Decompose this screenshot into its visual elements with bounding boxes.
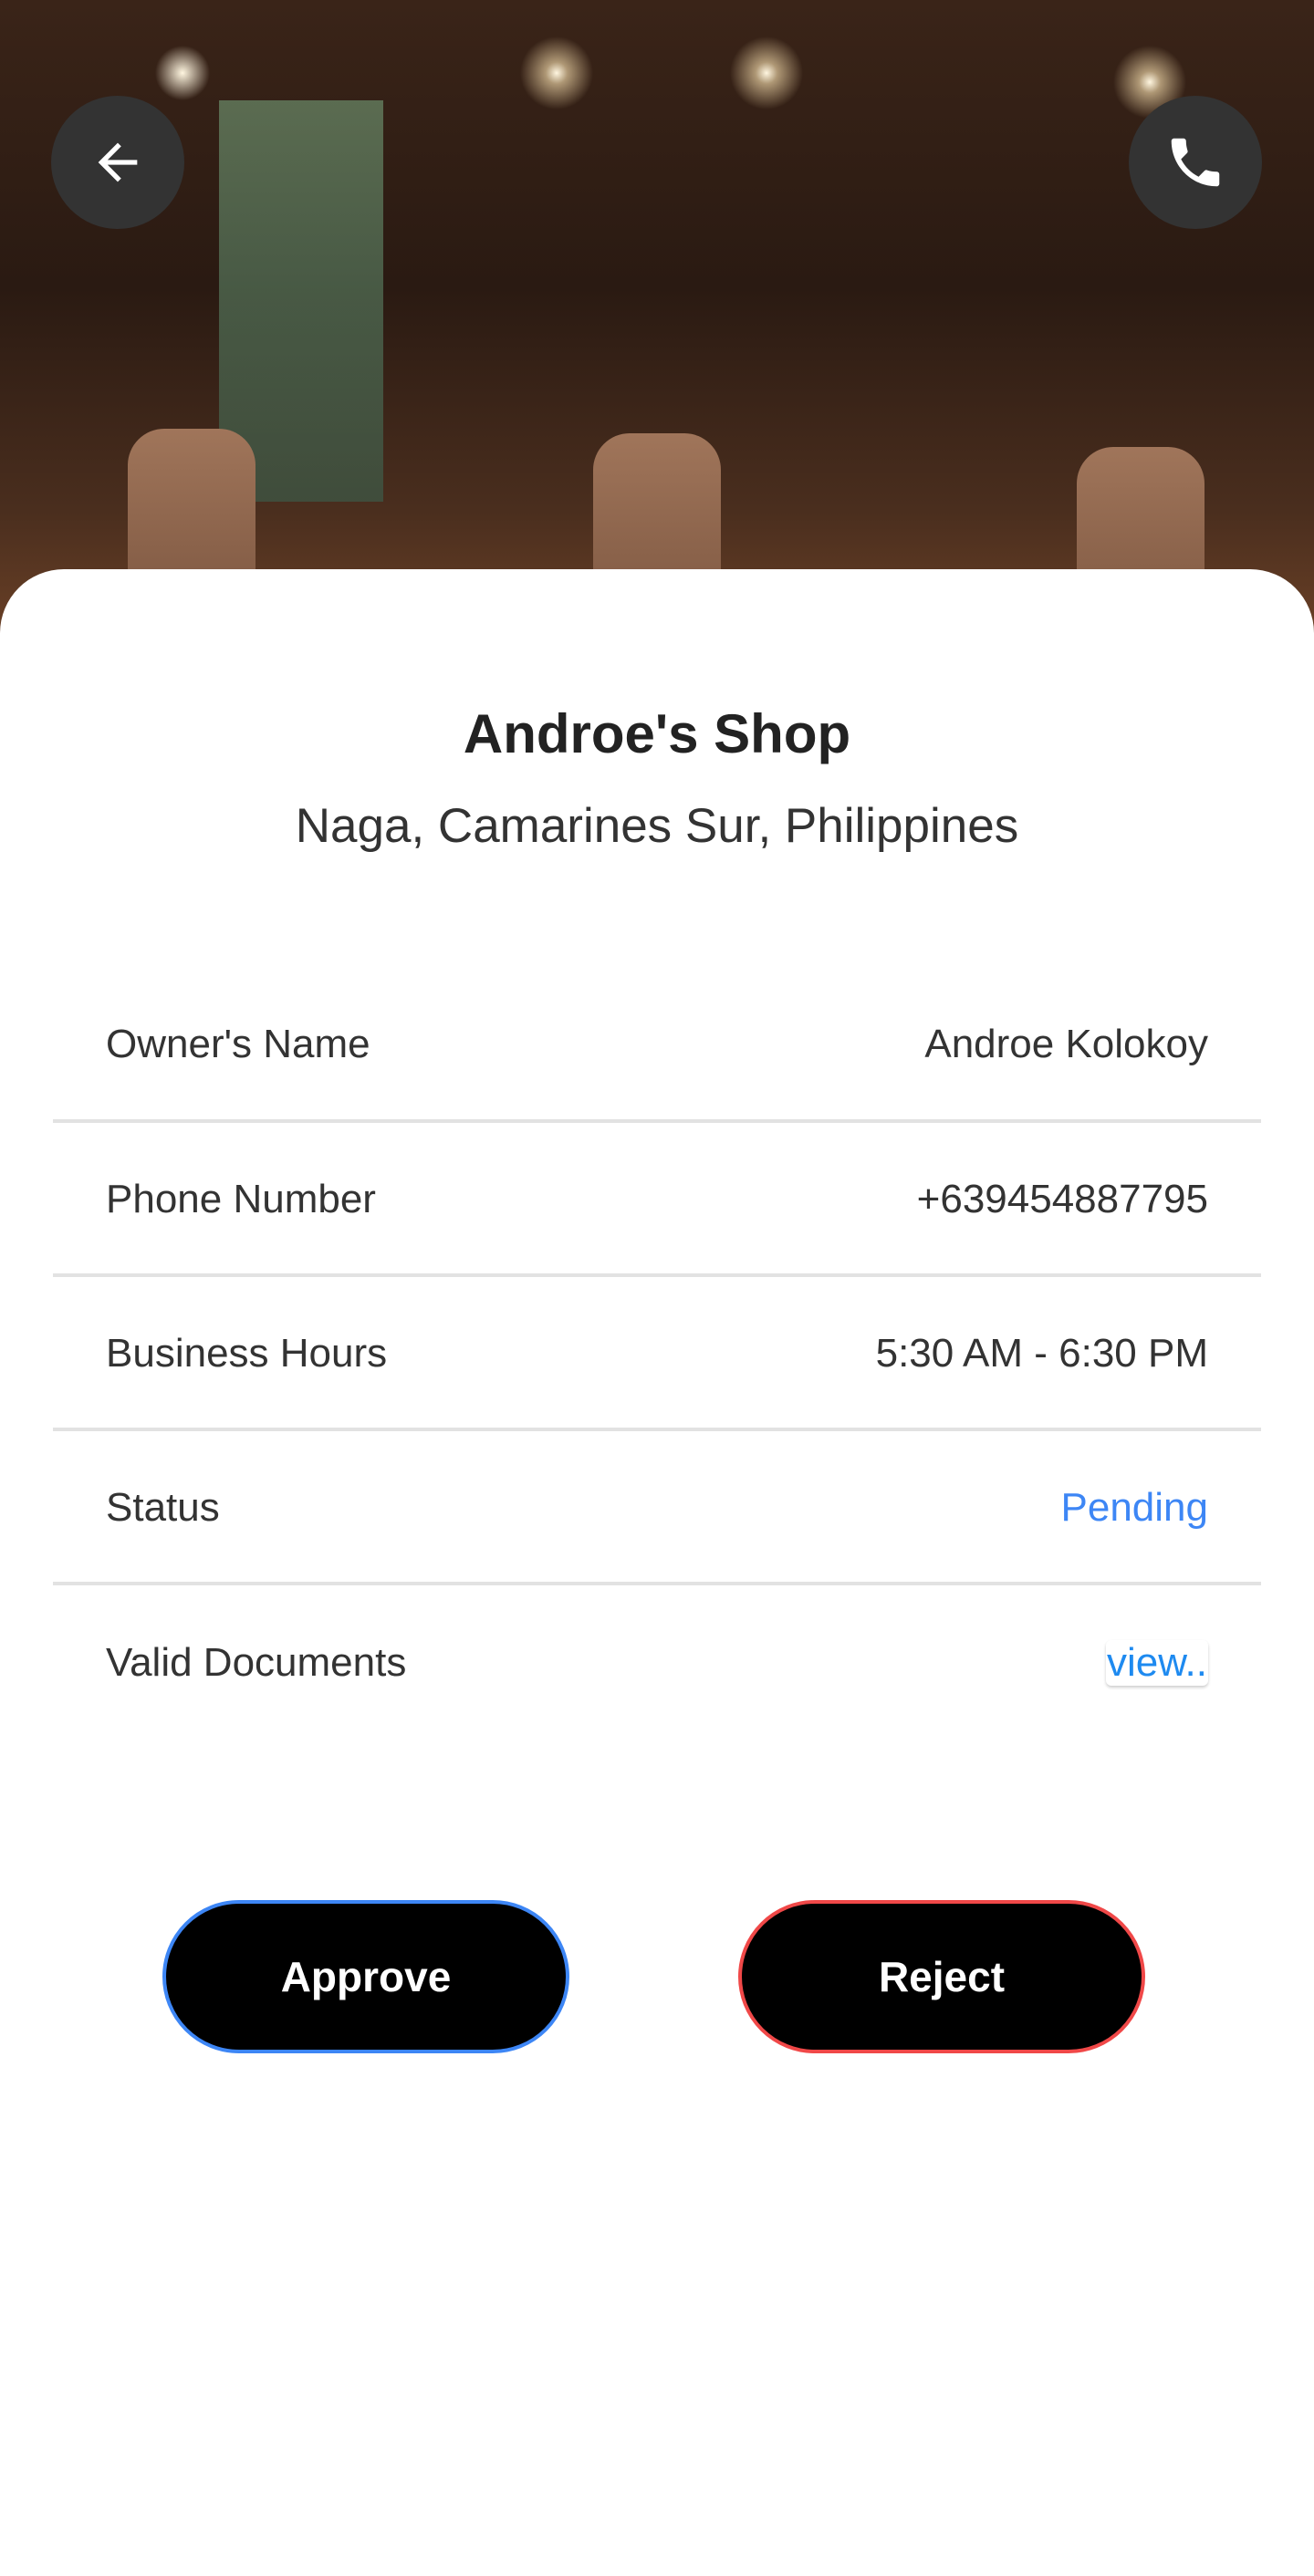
detail-row-owner: Owner's Name Androe Kolokoy	[53, 967, 1261, 1121]
detail-label: Owner's Name	[106, 1021, 370, 1066]
detail-label: Valid Documents	[106, 1639, 407, 1685]
detail-row-phone: Phone Number +639454887795	[53, 1122, 1261, 1276]
reject-button[interactable]: Reject	[738, 1900, 1145, 2053]
back-button[interactable]	[51, 96, 184, 229]
arrow-left-icon	[98, 142, 138, 182]
detail-label: Business Hours	[106, 1330, 388, 1376]
detail-value: Androe Kolokoy	[924, 1021, 1208, 1066]
view-documents-link[interactable]: view..	[1105, 1639, 1208, 1686]
detail-label: Status	[106, 1484, 220, 1530]
call-button[interactable]	[1129, 96, 1262, 229]
detail-value: 5:30 AM - 6:30 PM	[875, 1330, 1208, 1376]
shop-cover-image	[0, 0, 1314, 1113]
detail-row-documents: Valid Documents view..	[53, 1585, 1261, 1740]
phone-icon	[1171, 138, 1220, 187]
status-badge: Pending	[1060, 1484, 1208, 1530]
shop-name: Androe's Shop	[463, 703, 851, 764]
approve-button[interactable]: Approve	[162, 1900, 569, 2053]
detail-row-status: Status Pending	[53, 1430, 1261, 1584]
detail-value: +639454887795	[916, 1176, 1208, 1221]
detail-label: Phone Number	[106, 1176, 376, 1221]
detail-row-hours: Business Hours 5:30 AM - 6:30 PM	[53, 1276, 1261, 1430]
shop-location: Naga, Camarines Sur, Philippines	[295, 799, 1019, 853]
